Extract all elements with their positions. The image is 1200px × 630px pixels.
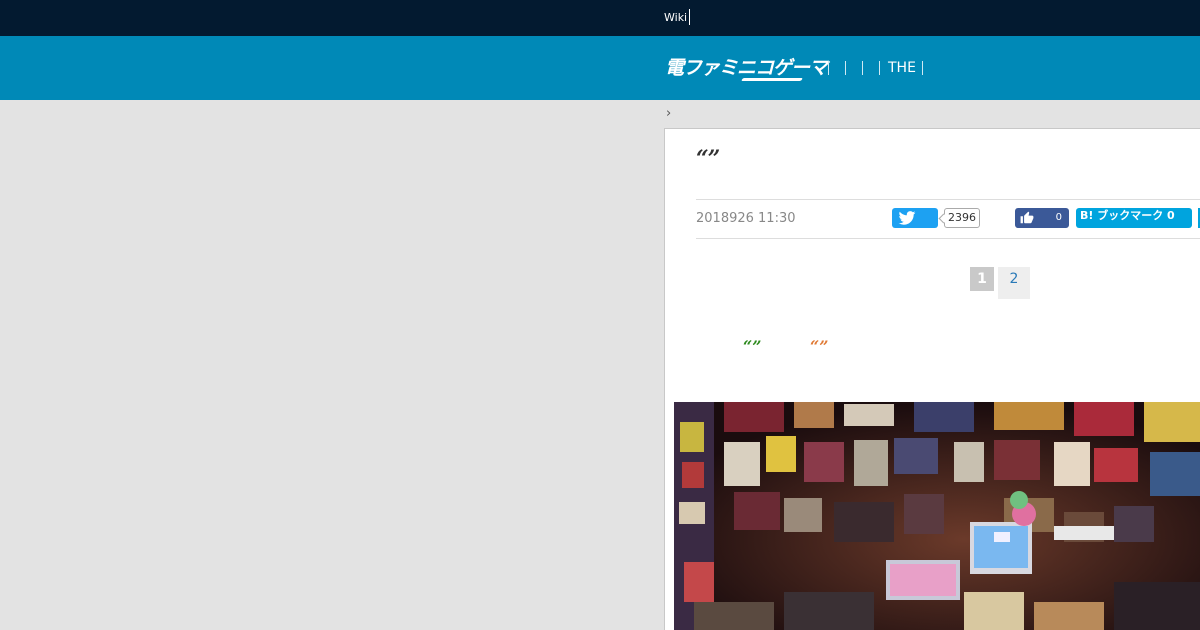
site-header: 電ファミニコゲーマ THE xyxy=(0,36,1200,100)
twitter-share-count: 2396 xyxy=(944,208,980,228)
publish-date: 2018926 11:30 xyxy=(696,211,796,226)
highlight-quote-green: “” xyxy=(743,337,762,356)
twitter-share-button[interactable] xyxy=(892,208,938,228)
pagination-page-link[interactable]: 2 xyxy=(998,267,1030,299)
topbar-divider xyxy=(689,9,690,25)
facebook-like-count: 0 xyxy=(1055,212,1062,223)
nav-divider xyxy=(862,61,863,75)
pagination-current-page: 1 xyxy=(970,267,994,291)
article-title: “” xyxy=(696,146,720,172)
chevron-right-icon[interactable]: › xyxy=(666,107,671,121)
nav-divider xyxy=(845,61,846,75)
cluttered-room-photo xyxy=(674,402,1200,630)
top-bar: Wiki xyxy=(0,0,1200,36)
nav-divider xyxy=(828,61,829,75)
twitter-bird-icon xyxy=(898,211,916,225)
nav-divider xyxy=(879,61,880,75)
highlight-quote-orange: “” xyxy=(810,337,829,356)
facebook-like-button[interactable]: 0 xyxy=(1015,208,1069,228)
nav-item-the[interactable]: THE xyxy=(888,60,916,76)
divider xyxy=(696,199,1200,200)
thumbs-up-icon xyxy=(1020,211,1034,224)
article-hero-image xyxy=(674,402,1200,630)
wiki-link[interactable]: Wiki xyxy=(664,11,687,25)
divider xyxy=(696,238,1200,239)
hatena-bookmark-button[interactable]: B! ブックマーク 0 xyxy=(1076,208,1192,228)
site-logo[interactable]: 電ファミニコゲーマ xyxy=(665,56,828,80)
nav-divider xyxy=(922,61,923,75)
article-card: “” 2018926 11:30 2396 0 B! ブックマーク 0 1 2 … xyxy=(664,128,1200,630)
logo-swoosh xyxy=(741,78,803,81)
